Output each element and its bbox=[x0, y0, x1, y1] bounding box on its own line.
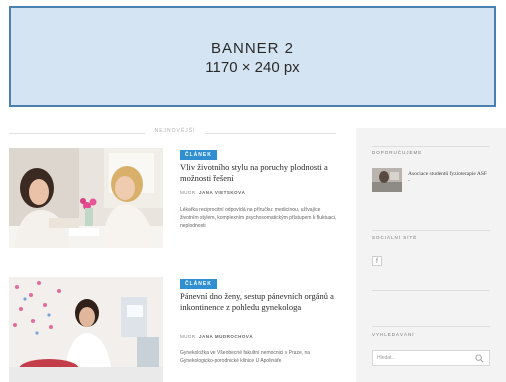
section-divider-left bbox=[9, 133, 145, 134]
article-excerpt: Lékařka reciprocitní odpovídá na příručk… bbox=[180, 207, 337, 229]
article-thumbnail[interactable] bbox=[9, 148, 163, 248]
author-prefix: MUDR. bbox=[180, 190, 198, 195]
search-icon[interactable] bbox=[475, 354, 484, 363]
search-input[interactable] bbox=[377, 353, 467, 363]
widget-divider bbox=[372, 326, 490, 327]
article-card: ČLÁNEK Vliv životního stylu na poruchy p… bbox=[9, 148, 339, 258]
author-prefix: MUDR. bbox=[180, 334, 198, 339]
article-title[interactable]: Pánevní dno ženy, sestup pánevních orgán… bbox=[180, 291, 340, 312]
sidebar: DOPORUČUJEME Asociace studentů fyziotera… bbox=[356, 128, 506, 382]
section-label: NEJNOVĚJŠÍ bbox=[154, 128, 196, 134]
category-badge[interactable]: ČLÁNEK bbox=[180, 279, 217, 289]
widget-divider bbox=[372, 290, 490, 291]
recommended-item-title[interactable]: Asociace studentů fyzioterapie ASF - bbox=[408, 171, 488, 185]
article-excerpt: Gynekoložka ve Všeobecné fakultní nemocn… bbox=[180, 350, 311, 364]
category-badge[interactable]: ČLÁNEK bbox=[180, 150, 217, 160]
author-name[interactable]: JANA VIETSKOVÁ bbox=[199, 190, 245, 195]
widget-title-search: VYHLEDÁVÁNÍ bbox=[372, 332, 415, 337]
banner-label: BANNER 2 bbox=[210, 40, 295, 57]
article-title[interactable]: Vliv životního stylu na poruchy plodnost… bbox=[180, 162, 340, 183]
banner-placeholder[interactable]: BANNER 2 1170 × 240 px bbox=[9, 6, 496, 107]
widget-divider bbox=[372, 230, 490, 231]
widget-title-recommended: DOPORUČUJEME bbox=[372, 150, 423, 155]
section-divider-right bbox=[205, 133, 336, 134]
article-thumbnail[interactable] bbox=[9, 277, 163, 382]
article-card: ČLÁNEK Pánevní dno ženy, sestup pánevníc… bbox=[9, 277, 339, 382]
widget-divider bbox=[372, 146, 490, 147]
banner-size: 1170 × 240 px bbox=[205, 59, 300, 76]
widget-title-social: SOCIÁLNÍ SÍTĚ bbox=[372, 235, 418, 240]
facebook-icon[interactable]: f bbox=[372, 256, 382, 266]
author-name[interactable]: JANA MUDROCHOVÁ bbox=[199, 334, 253, 339]
search-box bbox=[372, 350, 490, 366]
article-author: MUDR. JANA VIETSKOVÁ bbox=[180, 190, 245, 195]
section-header: NEJNOVĚJŠÍ bbox=[9, 128, 336, 138]
article-author: MUDR. JANA MUDROCHOVÁ bbox=[180, 334, 253, 339]
recommended-thumbnail[interactable] bbox=[372, 168, 402, 192]
